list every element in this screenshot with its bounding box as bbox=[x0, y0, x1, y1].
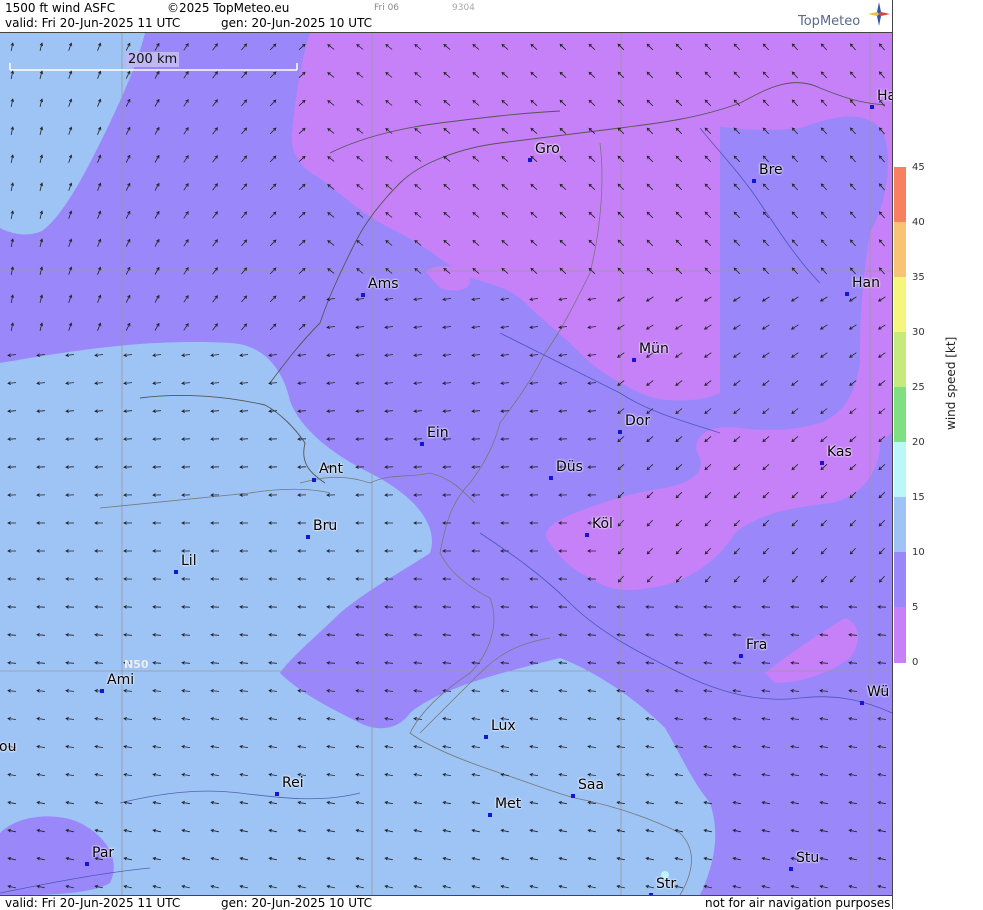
city-dot bbox=[739, 654, 743, 658]
city-dot bbox=[571, 794, 575, 798]
city-dot bbox=[549, 476, 553, 480]
header-bar: 1500 ft wind ASFC ©2025 TopMeteo.eu Fri … bbox=[0, 0, 892, 33]
city-label: Stu bbox=[796, 850, 820, 866]
city-dot bbox=[484, 735, 488, 739]
footer-valid-time: valid: Fri 20-Jun-2025 11 UTC bbox=[5, 896, 181, 910]
city-dot bbox=[488, 813, 492, 817]
city-label: Ant bbox=[319, 461, 343, 477]
city-dot bbox=[100, 689, 104, 693]
city-dot bbox=[420, 442, 424, 446]
city-label: Ha bbox=[877, 88, 892, 104]
legend-tick-label: 20 bbox=[912, 437, 925, 448]
legend-tick-label: 40 bbox=[912, 217, 925, 228]
compass-logo-icon bbox=[868, 2, 890, 26]
city-label: Kas bbox=[827, 444, 852, 460]
legend-tick-label: 15 bbox=[912, 492, 925, 503]
city-label: Köl bbox=[592, 516, 613, 532]
copyright: ©2025 TopMeteo.eu bbox=[167, 1, 290, 15]
city-label: Ami bbox=[107, 672, 135, 688]
city-label: Fra bbox=[746, 637, 768, 653]
wind-speed-legend-bar bbox=[894, 167, 906, 663]
small-day: Fri 06 bbox=[374, 3, 400, 13]
city-dot bbox=[860, 701, 864, 705]
scale-bar-label: 200 km bbox=[126, 52, 180, 67]
city-label: Bru bbox=[313, 518, 338, 534]
city-dot bbox=[361, 293, 365, 297]
city-dot bbox=[306, 535, 310, 539]
city-dot bbox=[312, 478, 316, 482]
city-label: Lux bbox=[491, 718, 516, 734]
city-label: Ams bbox=[368, 276, 399, 292]
footer-generated-time: gen: 20-Jun-2025 10 UTC bbox=[221, 896, 373, 910]
city-dot bbox=[789, 867, 793, 871]
latitude-label: N50 bbox=[124, 658, 149, 671]
city-dot bbox=[820, 461, 824, 465]
city-dot bbox=[618, 430, 622, 434]
city-label: Lil bbox=[181, 553, 197, 569]
legend-tick-label: 45 bbox=[912, 162, 925, 173]
city-label: Par bbox=[92, 845, 115, 861]
city-label: Saa bbox=[578, 777, 605, 793]
city-label: Wü bbox=[867, 684, 890, 700]
city-label: Han bbox=[852, 275, 880, 291]
city-label: Ein bbox=[427, 425, 449, 441]
city-label: ou bbox=[0, 739, 17, 755]
legend-tick-label: 25 bbox=[912, 382, 925, 393]
legend-tick-label: 10 bbox=[912, 547, 925, 558]
legend-tick-label: 30 bbox=[912, 327, 925, 338]
footer-disclaimer: not for air navigation purposes bbox=[705, 896, 891, 910]
small-code: 9304 bbox=[452, 3, 475, 13]
city-dot bbox=[85, 862, 89, 866]
city-label: Gro bbox=[535, 141, 560, 157]
city-label: Str bbox=[656, 876, 677, 892]
city-dot bbox=[632, 358, 636, 362]
city-label: Rei bbox=[282, 775, 304, 791]
city-dot bbox=[585, 533, 589, 537]
footer-bar: valid: Fri 20-Jun-2025 11 UTC gen: 20-Ju… bbox=[0, 895, 892, 910]
legend-tick-label: 35 bbox=[912, 272, 925, 283]
legend-tick-label: 0 bbox=[912, 657, 919, 668]
legend-title: wind speed [kt] bbox=[944, 336, 958, 430]
city-dot bbox=[845, 292, 849, 296]
brand-logo-text: TopMeteo bbox=[798, 14, 861, 29]
city-label: Düs bbox=[556, 459, 583, 475]
city-dot bbox=[528, 158, 532, 162]
panel-divider bbox=[892, 0, 893, 909]
city-dot bbox=[174, 570, 178, 574]
city-label: Bre bbox=[759, 162, 783, 178]
city-dot bbox=[275, 792, 279, 796]
product-title: 1500 ft wind ASFC bbox=[5, 1, 116, 15]
city-label: Met bbox=[495, 796, 522, 812]
city-label: Mün bbox=[639, 341, 669, 357]
city-dot bbox=[870, 105, 874, 109]
valid-time: valid: Fri 20-Jun-2025 11 UTC bbox=[5, 16, 181, 30]
city-label: Dor bbox=[625, 413, 651, 429]
wind-map[interactable]: 200 km N50 Ha Gro Bre Ams Han Mün Dor Ein Kas Ant… bbox=[0, 33, 892, 895]
generated-time: gen: 20-Jun-2025 10 UTC bbox=[221, 16, 373, 30]
city-dot bbox=[752, 179, 756, 183]
legend-tick-label: 5 bbox=[912, 602, 919, 613]
